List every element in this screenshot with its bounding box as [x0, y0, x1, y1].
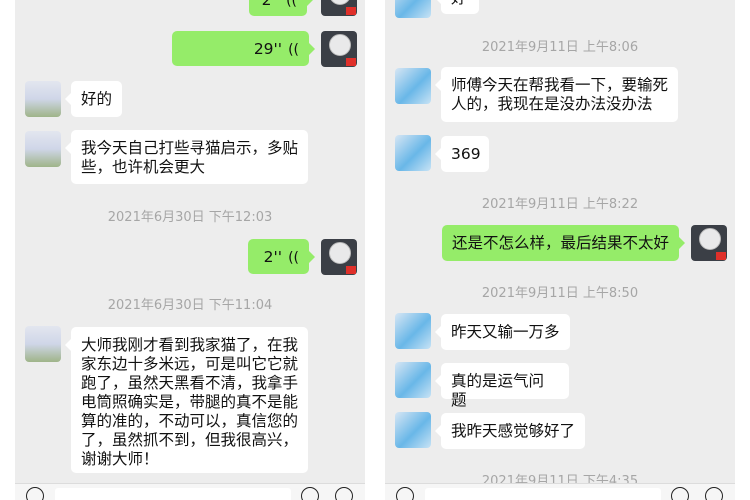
self-avatar[interactable]	[321, 31, 357, 67]
voice-message[interactable]: 2'' ((	[249, 0, 313, 16]
contact-avatar[interactable]	[395, 412, 431, 448]
input-bar	[385, 483, 735, 500]
contact-avatar[interactable]	[395, 362, 431, 398]
input-bar	[15, 483, 365, 500]
voice-duration: 2''	[261, 0, 281, 9]
text-message[interactable]: 我昨天感觉够好了	[435, 413, 585, 449]
self-avatar[interactable]	[321, 0, 357, 16]
contact-avatar[interactable]	[25, 326, 61, 362]
chat-panel-right: 好 2021年9月11日 上午8:06 师傅今天在帮我看一下，要输死人的，我现在…	[385, 0, 735, 500]
text-message[interactable]: 还是不怎么样，最后结果不太好	[442, 225, 685, 261]
voice-input-icon[interactable]	[26, 487, 44, 500]
text-message[interactable]: 369	[435, 136, 489, 172]
text-message[interactable]: 师傅今天在帮我看一下，要输死人的，我现在是没办法没办法	[435, 67, 678, 122]
contact-avatar[interactable]	[395, 68, 431, 104]
self-avatar[interactable]	[691, 225, 727, 261]
text-message[interactable]: 大师我刚才看到我家猫了，在我家东边十多米远，可是叫它它就跑了，虽然天黑看不清，我…	[65, 327, 308, 473]
contact-avatar[interactable]	[25, 81, 61, 117]
plus-icon[interactable]	[335, 487, 353, 500]
timestamp: 2021年6月30日 下午12:03	[107, 210, 273, 225]
plus-icon[interactable]	[705, 487, 723, 500]
emoji-icon[interactable]	[671, 487, 689, 500]
voice-duration: 2''	[263, 248, 283, 266]
timestamp: 2021年6月30日 下午11:04	[107, 298, 273, 313]
emoji-icon[interactable]	[301, 487, 319, 500]
timestamp: 2021年9月11日 上午8:22	[481, 197, 639, 212]
text-message[interactable]: 好的	[65, 81, 122, 117]
voice-input-icon[interactable]	[396, 487, 414, 500]
voice-message[interactable]: 2'' ((	[248, 239, 315, 274]
text-message[interactable]: 昨天又输一万多	[435, 314, 570, 350]
voice-message[interactable]: 29'' ((	[172, 31, 315, 66]
contact-avatar[interactable]	[25, 131, 61, 167]
text-message[interactable]: 我今天自己打些寻猫启示，多贴些，也许机会更大	[65, 130, 308, 184]
contact-avatar[interactable]	[395, 313, 431, 349]
contact-avatar[interactable]	[395, 135, 431, 171]
chat-panel-left: 2'' (( 29'' (( 好的 我今天自己打些寻猫启示，多贴些，也许机会更大 2…	[15, 0, 365, 500]
message-input[interactable]	[425, 488, 661, 500]
timestamp: 2021年9月11日 上午8:06	[481, 40, 639, 55]
voice-wave-icon: ((	[288, 42, 299, 58]
voice-duration: 29''	[253, 40, 283, 58]
self-avatar[interactable]	[321, 239, 357, 275]
text-message[interactable]: 好	[435, 0, 479, 14]
text-message[interactable]: 真的是运气问题	[435, 363, 569, 409]
voice-wave-icon: ((	[286, 0, 297, 9]
timestamp: 2021年9月11日 上午8:50	[481, 286, 639, 301]
contact-avatar[interactable]	[395, 0, 431, 18]
voice-wave-icon: ((	[288, 250, 299, 266]
message-input[interactable]	[55, 488, 291, 500]
